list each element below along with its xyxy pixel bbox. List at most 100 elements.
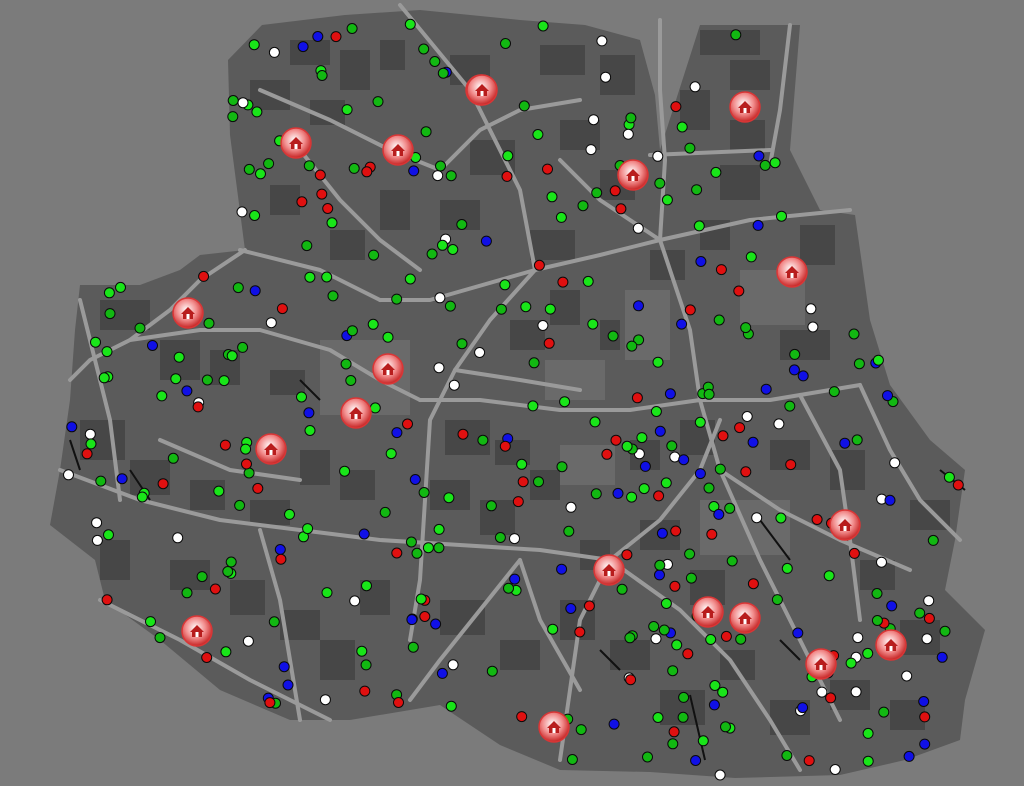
agent-marker[interactable] xyxy=(889,457,901,469)
agent-marker[interactable] xyxy=(404,18,416,30)
agent-marker[interactable] xyxy=(91,517,103,529)
agent-marker[interactable] xyxy=(741,411,753,422)
agent-marker[interactable] xyxy=(265,317,277,329)
agent-marker[interactable] xyxy=(631,392,643,404)
agent-marker[interactable] xyxy=(684,142,696,154)
agent-marker[interactable] xyxy=(157,478,169,490)
agent-marker[interactable] xyxy=(494,532,506,543)
agent-marker[interactable] xyxy=(652,712,664,723)
agent-marker[interactable] xyxy=(636,432,648,444)
agent-marker[interactable] xyxy=(84,428,96,440)
agent-marker[interactable] xyxy=(240,443,252,455)
agent-marker[interactable] xyxy=(234,499,246,511)
refuge-marker[interactable] xyxy=(617,159,649,191)
agent-marker[interactable] xyxy=(575,724,587,736)
agent-marker[interactable] xyxy=(340,358,352,370)
agent-marker[interactable] xyxy=(852,632,864,644)
agent-marker[interactable] xyxy=(706,528,718,540)
agent-marker[interactable] xyxy=(903,750,915,762)
agent-marker[interactable] xyxy=(717,430,729,442)
agent-marker[interactable] xyxy=(358,528,370,540)
agent-marker[interactable] xyxy=(715,264,727,276)
agent-marker[interactable] xyxy=(678,454,690,466)
agent-marker[interactable] xyxy=(713,508,725,520)
agent-marker[interactable] xyxy=(650,633,662,645)
agent-marker[interactable] xyxy=(921,633,933,645)
agent-marker[interactable] xyxy=(303,407,315,419)
agent-marker[interactable] xyxy=(559,396,571,408)
agent-marker[interactable] xyxy=(676,121,688,133)
agent-marker[interactable] xyxy=(543,337,555,349)
agent-marker[interactable] xyxy=(501,170,513,182)
agent-marker[interactable] xyxy=(803,755,815,767)
agent-marker[interactable] xyxy=(237,97,249,109)
agent-marker[interactable] xyxy=(533,476,544,488)
agent-marker[interactable] xyxy=(537,320,549,331)
agent-marker[interactable] xyxy=(278,661,290,673)
agent-marker[interactable] xyxy=(319,694,331,706)
agent-marker[interactable] xyxy=(213,485,225,497)
agent-marker[interactable] xyxy=(685,572,697,584)
agent-marker[interactable] xyxy=(241,458,252,470)
agent-marker[interactable] xyxy=(607,330,619,342)
agent-marker[interactable] xyxy=(296,391,307,403)
agent-marker[interactable] xyxy=(134,322,146,334)
agent-marker[interactable] xyxy=(792,627,804,639)
refuge-marker[interactable] xyxy=(729,91,761,123)
agent-marker[interactable] xyxy=(923,595,935,607)
agent-marker[interactable] xyxy=(500,38,511,49)
agent-marker[interactable] xyxy=(201,374,213,386)
agent-marker[interactable] xyxy=(878,706,890,718)
agent-marker[interactable] xyxy=(626,340,638,352)
agent-marker[interactable] xyxy=(275,553,287,565)
agent-marker[interactable] xyxy=(201,652,213,663)
agent-marker[interactable] xyxy=(939,625,951,637)
agent-marker[interactable] xyxy=(773,418,785,430)
agent-marker[interactable] xyxy=(781,750,793,761)
agent-marker[interactable] xyxy=(249,210,261,221)
agent-marker[interactable] xyxy=(98,372,110,384)
agent-marker[interactable] xyxy=(116,473,128,485)
agent-marker[interactable] xyxy=(249,285,261,297)
agent-marker[interactable] xyxy=(263,158,275,170)
agent-marker[interactable] xyxy=(726,555,738,567)
agent-marker[interactable] xyxy=(420,126,432,138)
agent-marker[interactable] xyxy=(432,170,444,182)
agent-marker[interactable] xyxy=(520,301,532,313)
agent-marker[interactable] xyxy=(720,630,732,642)
agent-marker[interactable] xyxy=(876,556,887,568)
agent-marker[interactable] xyxy=(654,559,666,571)
agent-marker[interactable] xyxy=(196,571,208,583)
agent-marker[interactable] xyxy=(433,542,445,554)
agent-marker[interactable] xyxy=(714,769,726,781)
agent-marker[interactable] xyxy=(660,598,672,609)
agent-marker[interactable] xyxy=(219,439,231,451)
agent-marker[interactable] xyxy=(752,219,764,231)
agent-marker[interactable] xyxy=(301,240,313,252)
agent-marker[interactable] xyxy=(919,711,931,723)
agent-marker[interactable] xyxy=(456,219,468,230)
agent-marker[interactable] xyxy=(203,317,215,329)
agent-marker[interactable] xyxy=(848,547,860,559)
agent-marker[interactable] xyxy=(225,556,237,568)
agent-marker[interactable] xyxy=(621,549,633,561)
agent-marker[interactable] xyxy=(918,696,930,707)
agent-marker[interactable] xyxy=(268,46,280,58)
agent-marker[interactable] xyxy=(181,385,193,397)
agent-marker[interactable] xyxy=(667,665,679,677)
agent-marker[interactable] xyxy=(405,536,417,548)
refuge-marker[interactable] xyxy=(172,297,204,329)
agent-marker[interactable] xyxy=(825,692,837,704)
agent-marker[interactable] xyxy=(444,300,456,312)
agent-marker[interactable] xyxy=(610,434,622,446)
agent-marker[interactable] xyxy=(714,463,726,475)
refuge-marker[interactable] xyxy=(875,629,907,661)
agent-marker[interactable] xyxy=(304,425,316,436)
agent-marker[interactable] xyxy=(776,210,787,222)
refuge-marker[interactable] xyxy=(692,596,724,628)
agent-marker[interactable] xyxy=(95,475,107,487)
agent-marker[interactable] xyxy=(443,492,455,504)
agent-marker[interactable] xyxy=(330,31,342,43)
agent-marker[interactable] xyxy=(547,623,559,635)
agent-marker[interactable] xyxy=(242,635,254,647)
